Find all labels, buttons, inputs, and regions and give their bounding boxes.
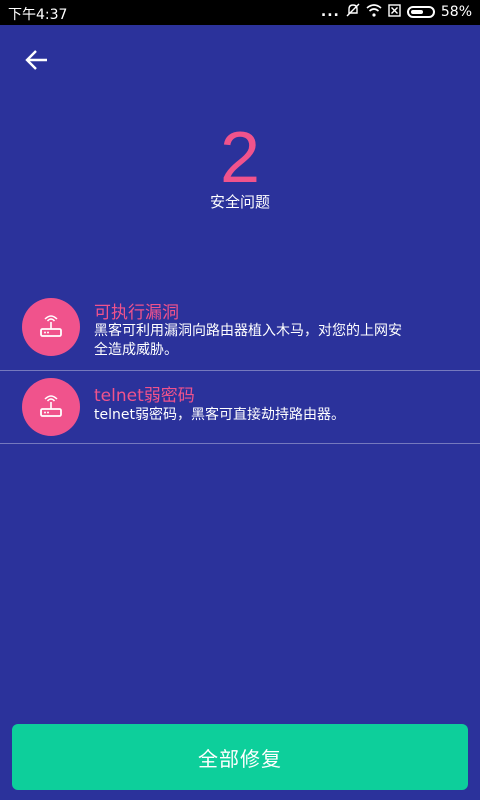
no-sim-icon — [388, 3, 401, 21]
back-button[interactable] — [22, 46, 52, 74]
status-icons: ... 58% — [321, 3, 472, 21]
wifi-icon — [366, 3, 382, 21]
issue-description: 黑客可利用漏洞向路由器植入木马，对您的上网安全造成威胁。 — [94, 323, 402, 358]
fix-all-button[interactable]: 全部修复 — [12, 724, 468, 790]
router-icon — [22, 378, 80, 436]
mute-bell-icon — [346, 3, 360, 21]
router-icon — [22, 298, 80, 356]
issue-item-executable-vulnerability[interactable]: 可执行漏洞 黑客可利用漏洞向路由器植入木马，对您的上网安全造成威胁。 — [0, 288, 480, 371]
issue-description: telnet弱密码，黑客可直接劫持路由器。 — [94, 407, 345, 423]
more-dots: ... — [320, 4, 340, 20]
issue-count: 2 — [219, 118, 261, 198]
battery-fill — [410, 10, 423, 14]
battery-icon — [406, 6, 435, 18]
issue-title: telnet弱密码 — [94, 386, 195, 406]
issue-count-label: 安全问题 — [209, 193, 270, 211]
arrow-left-icon — [25, 50, 47, 70]
issue-title: 可执行漏洞 — [94, 303, 179, 323]
issue-item-telnet-weak-password[interactable]: telnet弱密码 telnet弱密码，黑客可直接劫持路由器。 — [0, 370, 480, 444]
battery-percent: 58% — [440, 4, 472, 20]
status-time: 下午4:37 — [8, 7, 68, 23]
status-bar: 下午4:37 ... 58% — [0, 0, 480, 25]
